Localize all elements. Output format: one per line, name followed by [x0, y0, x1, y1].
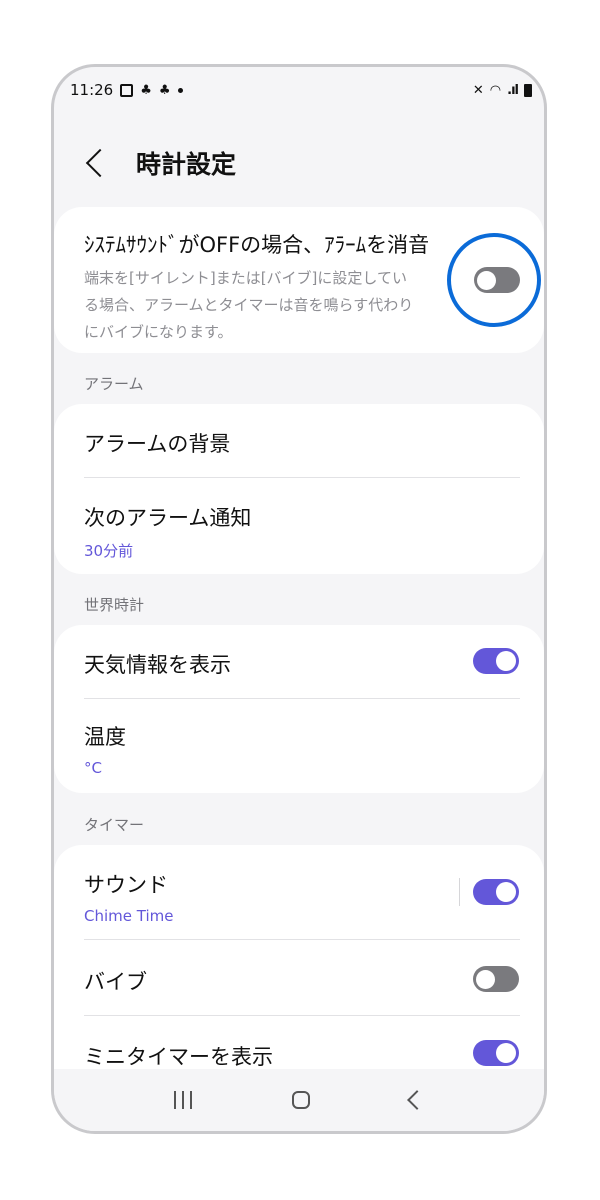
setting-value: 30分前	[84, 542, 134, 560]
dot-icon	[177, 87, 183, 93]
timer-vibrate-toggle[interactable]	[473, 966, 519, 992]
setting-value: Chime Time	[84, 907, 174, 925]
section-label-timer: タイマー	[84, 816, 145, 834]
nav-back-icon[interactable]	[407, 1090, 427, 1110]
phone-frame: 11:26 ♣ ♣ ✕ ◠ .ıl 時計設定 ｼｽﾃﾑｻｳﾝﾄﾞがOFFの場合、…	[51, 64, 547, 1134]
toggle-knob	[496, 1043, 516, 1063]
divider	[84, 698, 520, 699]
toggle-knob	[496, 651, 516, 671]
list-item-timer-sound[interactable]: サウンド Chime Time	[84, 869, 514, 925]
section-label-world-clock: 世界時計	[84, 596, 145, 614]
status-bar: 11:26 ♣ ♣ ✕ ◠ .ıl	[54, 67, 544, 113]
page-header: 時計設定	[54, 137, 544, 189]
divider	[84, 939, 520, 940]
navigation-bar	[54, 1069, 544, 1131]
toggle-knob	[496, 882, 516, 902]
signal-icon: .ıl	[507, 82, 519, 98]
timer-sound-toggle[interactable]	[473, 879, 519, 905]
list-item-mini-timer[interactable]: ミニタイマーを表示	[84, 1041, 514, 1071]
mini-timer-toggle[interactable]	[473, 1040, 519, 1066]
assistant-icon: ♣	[140, 82, 152, 98]
setting-title: ｼｽﾃﾑｻｳﾝﾄﾞがOFFの場合、ｱﾗｰﾑを消音	[84, 233, 430, 257]
section-label-alarm: アラーム	[84, 375, 144, 393]
status-time: 11:26	[70, 81, 114, 99]
divider-vertical	[459, 878, 460, 906]
world-clock-card: 天気情報を表示 温度 °C	[54, 625, 544, 793]
toggle-knob	[476, 969, 495, 989]
list-item-next-alarm-notification[interactable]: 次のアラーム通知 30分前	[84, 502, 514, 561]
gallery-icon	[120, 83, 134, 97]
timer-card: サウンド Chime Time バイブ ミニタイマーを表示	[54, 845, 544, 1105]
wifi-icon: ◠	[489, 82, 502, 98]
battery-icon	[524, 83, 532, 97]
home-icon[interactable]	[292, 1091, 310, 1109]
setting-description: 端末を[サイレント]または[バイブ]に設定してい る場合、アラームとタイマーは音…	[84, 269, 414, 341]
alarm-card: アラームの背景 次のアラーム通知 30分前	[54, 404, 544, 574]
highlight-circle	[447, 233, 541, 327]
back-arrow-icon[interactable]	[85, 148, 115, 178]
divider	[84, 1015, 520, 1016]
list-item-timer-vibrate[interactable]: バイブ	[84, 966, 514, 996]
recent-apps-icon[interactable]	[174, 1091, 192, 1109]
list-item-temperature[interactable]: 温度 °C	[84, 721, 514, 777]
assistant-icon: ♣	[158, 82, 171, 98]
mute-icon: ✕	[472, 82, 484, 98]
setting-value: °C	[84, 759, 102, 777]
page-title: 時計設定	[136, 150, 237, 179]
list-item-show-weather[interactable]: 天気情報を表示	[84, 649, 514, 679]
show-weather-toggle[interactable]	[473, 648, 519, 674]
divider	[84, 477, 520, 478]
list-item-alarm-background[interactable]: アラームの背景	[84, 428, 514, 458]
